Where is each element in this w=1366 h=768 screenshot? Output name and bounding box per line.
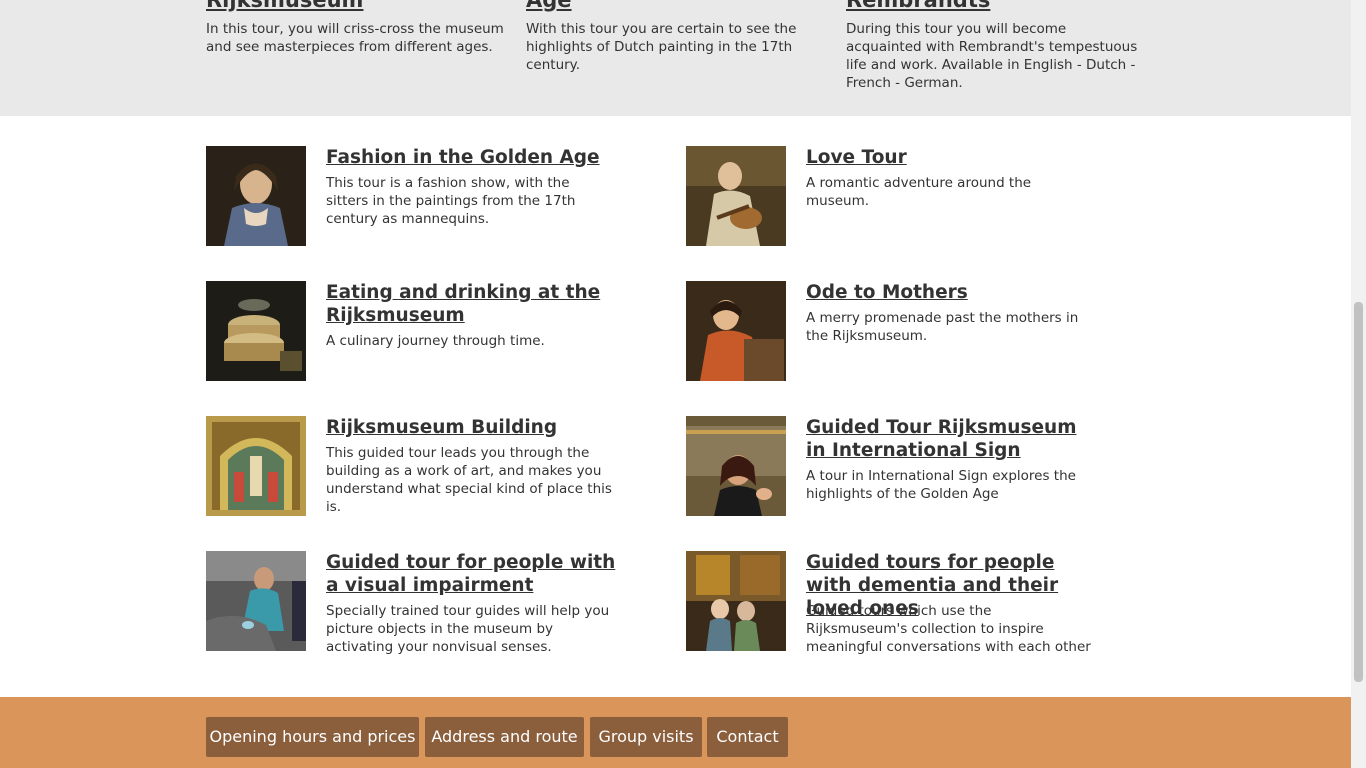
tour-thumbnail-image[interactable]	[206, 551, 306, 651]
top-tours-band: Rijksmuseum In this tour, you will criss…	[0, 0, 1351, 116]
tour-card-building: Rijksmuseum Building This guided tour le…	[206, 416, 626, 526]
vertical-scrollbar[interactable]	[1351, 0, 1366, 768]
tour-card-dementia: Guided tours for people with dementia an…	[686, 551, 1106, 661]
tour-thumbnail-image[interactable]	[686, 551, 786, 651]
top-tour-title-link[interactable]: Age	[526, 0, 572, 12]
tour-card-eating: Eating and drinking at the Rijksmuseum A…	[206, 281, 626, 391]
tour-thumbnail-image[interactable]	[686, 281, 786, 381]
top-tour-description: During this tour you will become acquain…	[846, 21, 1138, 91]
scrollbar-thumb[interactable]	[1354, 302, 1363, 682]
footer-bar: Opening hours and prices Address and rou…	[0, 697, 1351, 768]
tour-card-fashion: Fashion in the Golden Age This tour is a…	[206, 146, 626, 256]
tour-title-link[interactable]: Guided Tour Rijksmuseum in International…	[806, 416, 1096, 462]
tour-description: A romantic adventure around the museum.	[806, 175, 1032, 209]
top-tour-description: In this tour, you will criss-cross the m…	[206, 21, 504, 55]
top-tour-title-link[interactable]: Rembrandts	[846, 0, 990, 12]
tour-title-link[interactable]: Ode to Mothers	[806, 281, 1096, 304]
group-visits-button[interactable]: Group visits	[590, 717, 702, 757]
tour-thumbnail-image[interactable]	[206, 281, 306, 381]
tour-description: Specially trained tour guides will help …	[326, 603, 610, 655]
tour-thumbnail-image[interactable]	[686, 416, 786, 516]
page: Rijksmuseum In this tour, you will criss…	[0, 0, 1351, 768]
tour-title-link[interactable]: Love Tour	[806, 146, 1096, 169]
tour-thumbnail-image[interactable]	[206, 146, 306, 246]
tour-card-mothers: Ode to Mothers A merry promenade past th…	[686, 281, 1106, 391]
top-tour-title-link[interactable]: Rijksmuseum	[206, 0, 363, 12]
tour-description: Guided tours which use the Rijksmuseum's…	[806, 603, 1091, 655]
tour-title-link[interactable]: Rijksmuseum Building	[326, 416, 616, 439]
tour-thumbnail-image[interactable]	[686, 146, 786, 246]
top-tour-description: With this tour you are certain to see th…	[526, 21, 797, 73]
tour-description: This tour is a fashion show, with the si…	[326, 175, 576, 227]
tour-card-love: Love Tour A romantic adventure around th…	[686, 146, 1106, 256]
tour-card-international-sign: Guided Tour Rijksmuseum in International…	[686, 416, 1106, 526]
tour-title-link[interactable]: Fashion in the Golden Age	[326, 146, 616, 169]
address-route-button[interactable]: Address and route	[425, 717, 584, 757]
contact-button[interactable]: Contact	[707, 717, 788, 757]
tour-title-link[interactable]: Guided tour for people with a visual imp…	[326, 551, 616, 597]
tour-description: A tour in International Sign explores th…	[806, 468, 1076, 502]
tour-thumbnail-image[interactable]	[206, 416, 306, 516]
tour-description: A merry promenade past the mothers in th…	[806, 310, 1079, 344]
tour-title-link[interactable]: Eating and drinking at the Rijksmuseum	[326, 281, 616, 327]
tour-description: A culinary journey through time.	[326, 333, 545, 349]
tour-description: This guided tour leads you through the b…	[326, 445, 612, 515]
tour-card-visual-impairment: Guided tour for people with a visual imp…	[206, 551, 626, 661]
opening-hours-button[interactable]: Opening hours and prices	[206, 717, 419, 757]
